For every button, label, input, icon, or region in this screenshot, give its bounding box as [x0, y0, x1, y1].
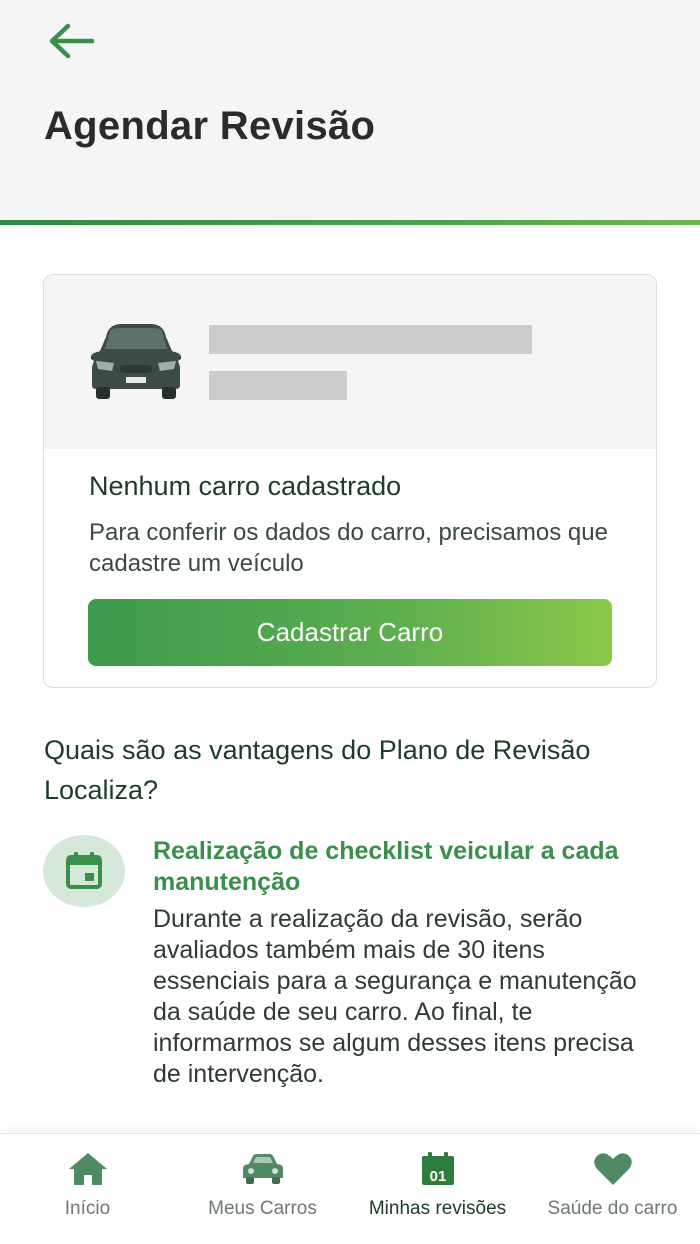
car-card-preview [44, 275, 656, 449]
heart-icon [593, 1153, 632, 1185]
no-car-title: Nenhum carro cadastrado [89, 471, 402, 501]
arrow-left-icon [49, 23, 95, 59]
nav-item-meus-carros[interactable]: Meus Carros [175, 1134, 350, 1244]
car-card: Nenhum carro cadastrado Para conferir os… [43, 274, 657, 688]
header-divider [0, 220, 700, 225]
app-header: Agendar Revisão [0, 0, 700, 222]
nav-label-meus-carros: Meus Carros [208, 1198, 317, 1219]
benefit-icon-badge [43, 835, 125, 907]
home-icon [68, 1153, 107, 1185]
page-title: Agendar Revisão [44, 104, 376, 148]
nav-item-inicio[interactable]: Início [0, 1134, 175, 1244]
car-icon [242, 1154, 283, 1184]
car-name-placeholder [209, 325, 532, 354]
nav-label-saude-do-carro: Saúde do carro [547, 1198, 678, 1219]
no-car-description: Para conferir os dados do carro, precisa… [89, 519, 608, 577]
benefit-title: Realização de checklist veicular a cada … [153, 837, 619, 896]
nav-item-saude-do-carro[interactable]: Saúde do carro [525, 1134, 700, 1244]
car-front-icon [90, 324, 182, 399]
advantages-heading: Quais são as vantagens do Plano de Revis… [44, 735, 591, 805]
register-car-button[interactable]: Cadastrar Carro [88, 599, 612, 666]
bottom-navigation: Início Meus Carros 01 Minhas revisões Sa… [0, 1133, 700, 1244]
nav-label-minhas-revisoes: Minhas revisões [368, 1198, 507, 1219]
nav-item-minhas-revisoes[interactable]: 01 Minhas revisões [350, 1134, 525, 1244]
calendar-icon: 01 [421, 1152, 454, 1185]
nav-label-inicio: Início [64, 1198, 111, 1219]
benefit-text: Durante a realização da revisão, serão a… [153, 905, 637, 1088]
car-plate-placeholder [209, 371, 347, 400]
back-button[interactable] [46, 18, 106, 64]
calendar-icon [66, 852, 102, 889]
calendar-day-number: 01 [429, 1168, 446, 1185]
